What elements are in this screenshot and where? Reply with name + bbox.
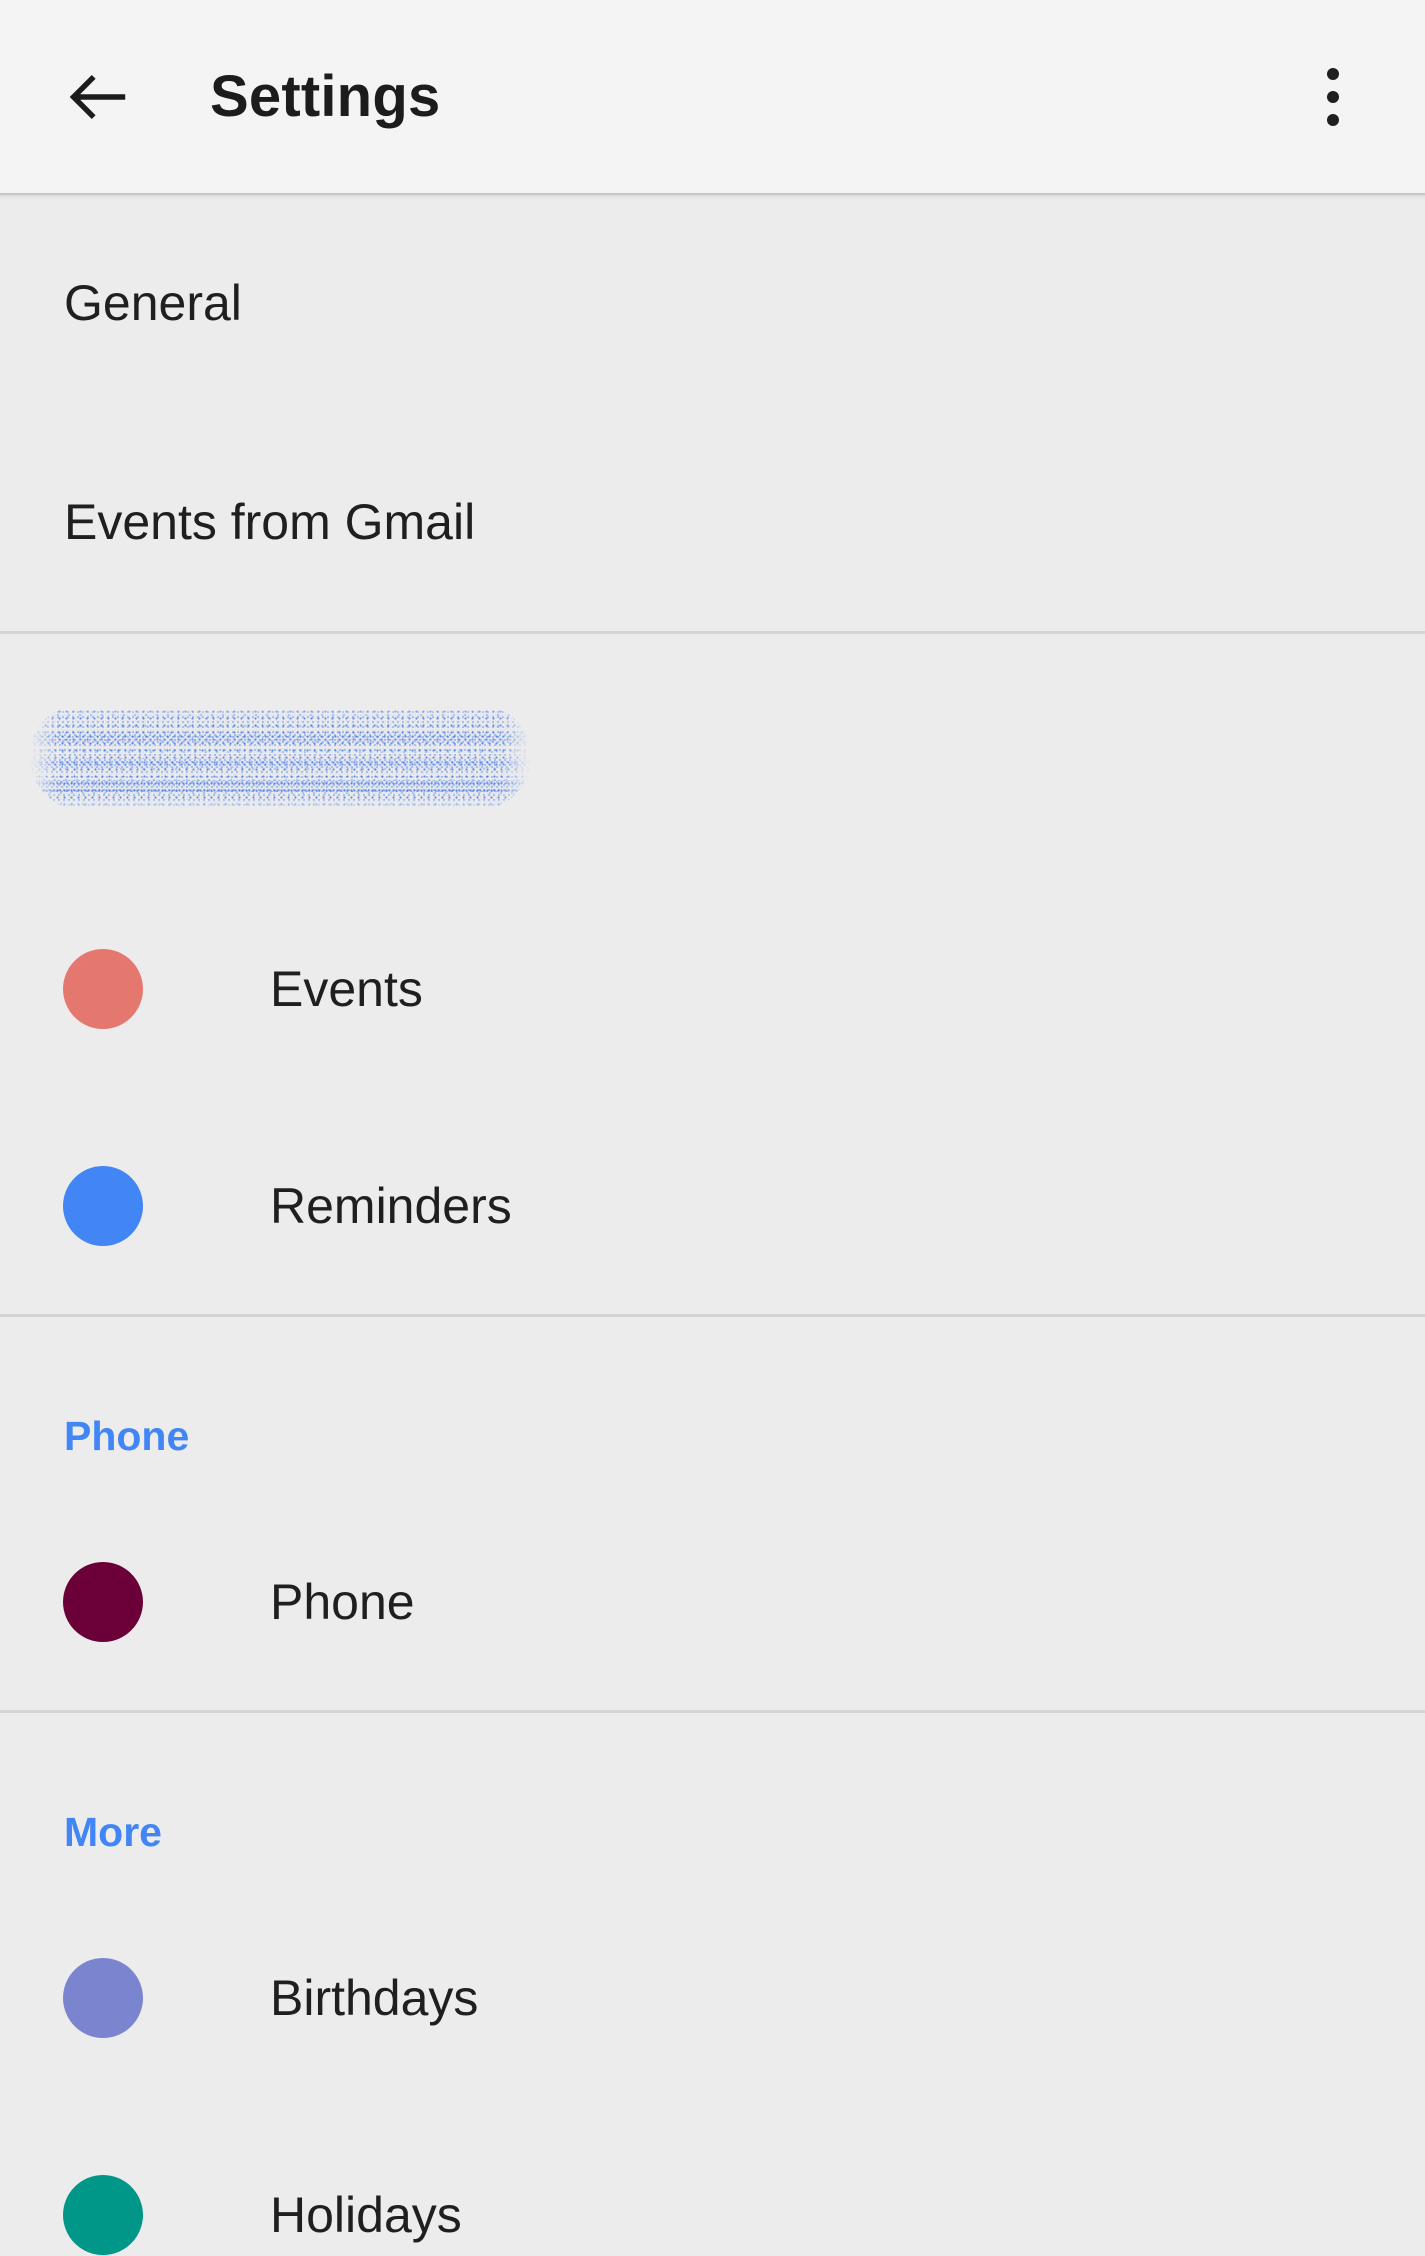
calendar-color-dot — [63, 948, 143, 1029]
settings-list[interactable]: General Events from Gmail Events Reminde… — [0, 193, 1425, 2256]
section-header-label: Phone — [64, 1413, 190, 1459]
settings-row-label: Events from Gmail — [64, 493, 476, 550]
section-header-label: More — [64, 1809, 162, 1855]
redacted-account-email — [30, 704, 530, 810]
overflow-menu-button[interactable] — [1285, 49, 1381, 145]
calendar-row-events[interactable]: Events — [0, 880, 1425, 1097]
calendar-row-label: Events — [270, 960, 423, 1017]
settings-row-label: General — [64, 274, 242, 331]
calendar-row-label: Birthdays — [270, 1969, 479, 2026]
section-header-phone: Phone — [0, 1317, 1425, 1493]
calendar-color-dot — [63, 1957, 143, 2038]
back-button[interactable] — [62, 60, 136, 134]
more-vert-icon — [1327, 67, 1339, 126]
calendar-row-reminders[interactable]: Reminders — [0, 1097, 1425, 1314]
calendar-row-label: Holidays — [270, 2186, 462, 2243]
calendar-row-label: Reminders — [270, 1177, 512, 1234]
calendar-row-holidays[interactable]: Holidays — [0, 2106, 1425, 2256]
section-header-more: More — [0, 1713, 1425, 1889]
calendar-row-birthdays[interactable]: Birthdays — [0, 1889, 1425, 2106]
calendar-color-dot — [63, 2174, 143, 2255]
page-title: Settings — [210, 63, 441, 129]
arrow-back-icon — [62, 60, 136, 134]
calendar-color-dot — [63, 1561, 143, 1642]
calendar-color-dot — [63, 1165, 143, 1246]
settings-row-general[interactable]: General — [0, 193, 1425, 412]
settings-row-events-from-gmail[interactable]: Events from Gmail — [0, 412, 1425, 631]
calendar-row-label: Phone — [270, 1573, 415, 1630]
app-bar: Settings — [0, 0, 1425, 200]
calendar-row-phone[interactable]: Phone — [0, 1493, 1425, 1710]
account-email-row[interactable] — [0, 634, 1425, 880]
